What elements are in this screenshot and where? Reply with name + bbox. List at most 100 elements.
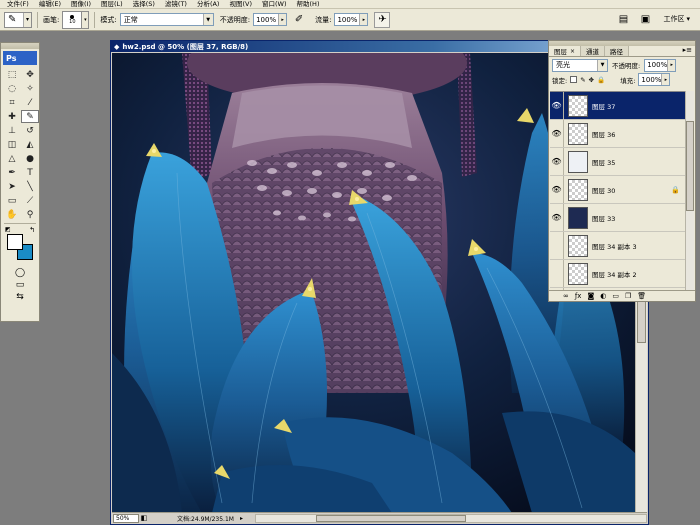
- hand-tool-icon[interactable]: ✋: [3, 208, 21, 221]
- layer-row[interactable]: 👁 图层 30 🔒: [550, 176, 686, 204]
- lock-position-icon[interactable]: ✥: [589, 76, 594, 84]
- menu-image[interactable]: 图像(I): [66, 0, 96, 9]
- chevron-right-icon[interactable]: ▸: [661, 74, 670, 85]
- blur-tool-icon[interactable]: △: [3, 152, 21, 165]
- layer-row[interactable]: 👁 图层 34 副本 2: [550, 260, 686, 288]
- history-brush-tool-icon[interactable]: ↺: [21, 124, 39, 137]
- tab-layers[interactable]: 图层 ×: [549, 46, 582, 56]
- slice-tool-icon[interactable]: ⁄: [21, 96, 39, 109]
- menu-help[interactable]: 帮助(H): [292, 0, 325, 9]
- swap-colors-icon[interactable]: ↰: [29, 226, 35, 234]
- adjustment-layer-icon[interactable]: ◐: [600, 292, 606, 300]
- default-colors-icon[interactable]: ◩: [5, 226, 11, 233]
- status-info-icon[interactable]: ◧: [139, 514, 149, 522]
- link-layers-icon[interactable]: ∞: [563, 292, 569, 300]
- clone-stamp-tool-icon[interactable]: ⊥: [3, 124, 21, 137]
- chevron-right-icon[interactable]: ▸: [240, 515, 243, 522]
- layer-name: 图层 35: [592, 158, 616, 167]
- eye-icon[interactable]: 👁: [550, 120, 564, 147]
- menu-layer[interactable]: 图层(L): [96, 0, 128, 9]
- path-selection-tool-icon[interactable]: ➤: [3, 180, 21, 193]
- palette-dock-icon[interactable]: ▣: [637, 12, 653, 26]
- lock-all-icon[interactable]: 🔒: [597, 76, 605, 84]
- layer-opacity-value: 100%: [647, 61, 668, 69]
- zoom-tool-icon[interactable]: ⚲: [21, 208, 39, 221]
- close-icon[interactable]: ×: [570, 48, 575, 55]
- type-tool-icon[interactable]: T: [21, 166, 39, 179]
- magic-wand-tool-icon[interactable]: ✧: [21, 82, 39, 95]
- pen-tool-icon[interactable]: ✒: [3, 166, 21, 179]
- dodge-tool-icon[interactable]: ●: [21, 152, 39, 165]
- menu-edit[interactable]: 编辑(E): [34, 0, 66, 9]
- tool-preset-picker[interactable]: ✎ ▾: [4, 11, 32, 28]
- eye-icon[interactable]: 👁: [550, 204, 564, 231]
- crop-tool-icon[interactable]: ⌗: [3, 96, 21, 109]
- healing-brush-tool-icon[interactable]: ✚: [3, 110, 21, 123]
- paint-bucket-tool-icon[interactable]: ◭: [21, 138, 39, 151]
- trash-icon[interactable]: 🗑: [637, 292, 646, 300]
- notes-tool-icon[interactable]: ▭: [3, 194, 21, 207]
- ps-logo[interactable]: Ps: [3, 51, 37, 65]
- tab-paths[interactable]: 路径: [605, 46, 630, 56]
- foreground-color-swatch[interactable]: [7, 234, 23, 250]
- tablet-pressure-icon[interactable]: ✐: [291, 13, 307, 27]
- lock-image-icon[interactable]: ✎: [580, 76, 585, 84]
- move-tool-icon[interactable]: ✥: [21, 68, 39, 81]
- jump-to-imageready-icon[interactable]: ⇆: [1, 292, 39, 302]
- layer-row[interactable]: 👁 图层 35: [550, 148, 686, 176]
- tab-channels[interactable]: 通道: [581, 46, 606, 56]
- chevron-right-icon[interactable]: ▸: [667, 59, 676, 71]
- lock-transparency-icon[interactable]: [570, 76, 578, 83]
- new-layer-icon[interactable]: ❐: [625, 292, 631, 300]
- brush-tool-icon[interactable]: ✎: [21, 110, 39, 123]
- zoom-field[interactable]: 50%: [113, 513, 139, 523]
- airbrush-toggle[interactable]: ✈: [374, 11, 391, 28]
- lasso-tool-icon[interactable]: ◌: [3, 82, 21, 95]
- layer-row[interactable]: 👁 图层 33: [550, 204, 686, 232]
- workspace-menu[interactable]: 工作区 ▾: [659, 12, 694, 26]
- brush-preset-picker[interactable]: 10: [62, 10, 83, 29]
- menu-window[interactable]: 窗口(W): [257, 0, 292, 9]
- scroll-thumb[interactable]: [686, 121, 694, 211]
- marquee-tool-icon[interactable]: ⬚: [3, 68, 21, 81]
- mode-select[interactable]: 正常 ▼: [119, 13, 214, 26]
- opacity-input[interactable]: 100% ▸: [253, 13, 288, 26]
- chevron-down-icon[interactable]: ▾: [23, 12, 31, 27]
- layers-scrollbar[interactable]: [685, 91, 694, 290]
- eye-icon[interactable]: 👁: [550, 260, 564, 287]
- eyedropper-tool-icon[interactable]: ⟋: [21, 194, 39, 207]
- menu-select[interactable]: 选择(S): [128, 0, 160, 9]
- eraser-tool-icon[interactable]: ◫: [3, 138, 21, 151]
- flow-value: 100%: [337, 15, 358, 24]
- menu-filter[interactable]: 滤镜(T): [160, 0, 192, 9]
- brush-dropdown-button[interactable]: ▾: [82, 10, 90, 29]
- eye-icon[interactable]: 👁: [550, 232, 564, 259]
- layer-row[interactable]: 👁 图层 36: [550, 120, 686, 148]
- horizontal-scrollbar[interactable]: [254, 513, 647, 523]
- menu-file[interactable]: 文件(F): [2, 0, 34, 9]
- blend-mode-select[interactable]: 亮光 ▼: [552, 58, 608, 72]
- quick-mask-icon[interactable]: ◯: [1, 268, 39, 278]
- new-group-icon[interactable]: ▭: [612, 292, 619, 300]
- menu-analysis[interactable]: 分析(A): [192, 0, 225, 9]
- eye-icon[interactable]: 👁: [550, 92, 564, 119]
- eye-icon[interactable]: 👁: [550, 176, 564, 203]
- chevron-right-icon[interactable]: ▸: [359, 14, 368, 25]
- menu-view[interactable]: 视图(V): [224, 0, 257, 9]
- fill-input[interactable]: 100% ▸: [638, 73, 671, 86]
- flow-input[interactable]: 100% ▸: [334, 13, 369, 26]
- document-title: hw2.psd @ 50% (图层 37, RGB/8): [122, 42, 249, 51]
- layer-opacity-input[interactable]: 100% ▸: [644, 58, 677, 72]
- layer-row[interactable]: 👁 图层 37: [550, 92, 686, 120]
- file-browser-icon[interactable]: ▤: [615, 12, 631, 26]
- chevron-right-icon[interactable]: ▸: [278, 14, 287, 25]
- screen-mode-icon[interactable]: ▭: [1, 280, 39, 290]
- layer-mask-icon[interactable]: ◙: [587, 292, 594, 300]
- eye-icon[interactable]: 👁: [550, 148, 564, 175]
- panel-menu-icon[interactable]: ▸≡: [683, 46, 692, 56]
- line-tool-icon[interactable]: ╲: [21, 180, 39, 193]
- scroll-thumb[interactable]: [315, 514, 466, 522]
- layer-style-icon[interactable]: ƒx: [575, 292, 582, 300]
- toolbox-titlebar[interactable]: [1, 43, 39, 49]
- layer-row[interactable]: 👁 图层 34 副本 3: [550, 232, 686, 260]
